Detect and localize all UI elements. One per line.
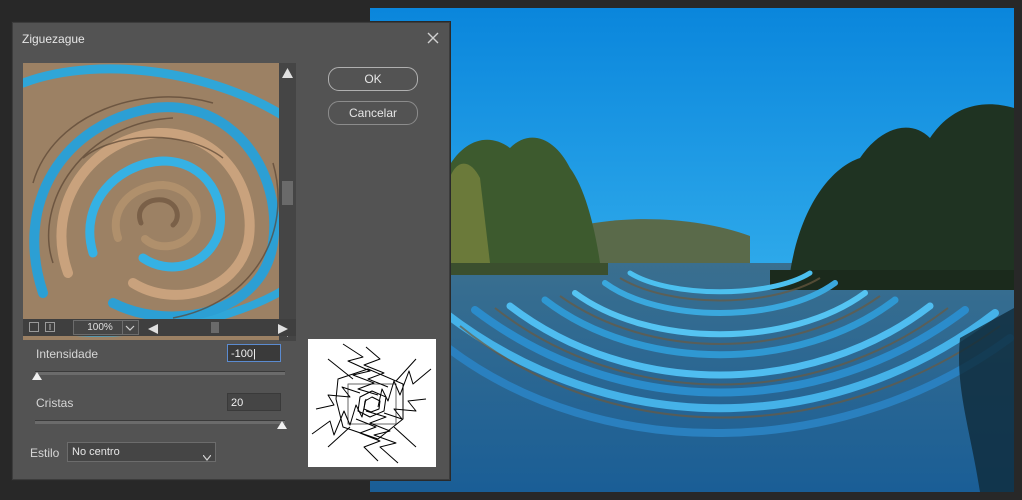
canvas-image: [370, 8, 1014, 492]
style-selected-value: No centro: [72, 446, 120, 458]
preview-horizontal-scrollbar[interactable]: [145, 320, 295, 335]
scroll-right-icon[interactable]: [277, 322, 289, 340]
scroll-up-icon[interactable]: [281, 66, 294, 78]
ridges-input[interactable]: 20: [227, 393, 281, 411]
ridges-slider[interactable]: [35, 420, 285, 424]
dialog-title: Ziguezague: [22, 32, 85, 46]
intensity-value: -100: [231, 348, 254, 360]
scrollbar-thumb[interactable]: [282, 181, 293, 205]
chevron-down-icon[interactable]: [122, 321, 137, 334]
scrollbar-thumb[interactable]: [211, 322, 219, 333]
ridges-slider-thumb[interactable]: [277, 416, 287, 429]
intensity-label: Intensidade: [36, 347, 99, 361]
ridges-value: 20: [231, 397, 244, 409]
zigzag-dialog: Ziguezague 100% OK Cancelar Intensidade …: [12, 22, 450, 480]
zoom-in-icon[interactable]: [45, 322, 55, 332]
dialog-titlebar[interactable]: Ziguezague: [13, 23, 449, 53]
ok-button[interactable]: OK: [328, 67, 418, 91]
zoom-select[interactable]: 100%: [73, 320, 139, 335]
style-dropdown[interactable]: No centro: [67, 442, 216, 462]
close-icon[interactable]: [425, 30, 441, 46]
cancel-button[interactable]: Cancelar: [328, 101, 418, 125]
zoom-out-icon[interactable]: [29, 322, 39, 332]
intensity-input[interactable]: -100|: [227, 344, 281, 362]
style-label: Estilo: [30, 446, 60, 460]
intensity-slider-thumb[interactable]: [32, 367, 42, 380]
zoom-value: 100%: [87, 322, 113, 333]
chevron-down-icon: [202, 449, 212, 461]
zigzag-pattern-preview: [308, 339, 436, 467]
intensity-slider[interactable]: [35, 371, 285, 375]
ridges-label: Cristas: [36, 396, 74, 410]
preview-vertical-scrollbar[interactable]: [279, 63, 296, 341]
scroll-left-icon[interactable]: [147, 322, 159, 340]
preview-zoom-bar: 100%: [23, 319, 296, 336]
filter-preview[interactable]: [23, 63, 294, 340]
